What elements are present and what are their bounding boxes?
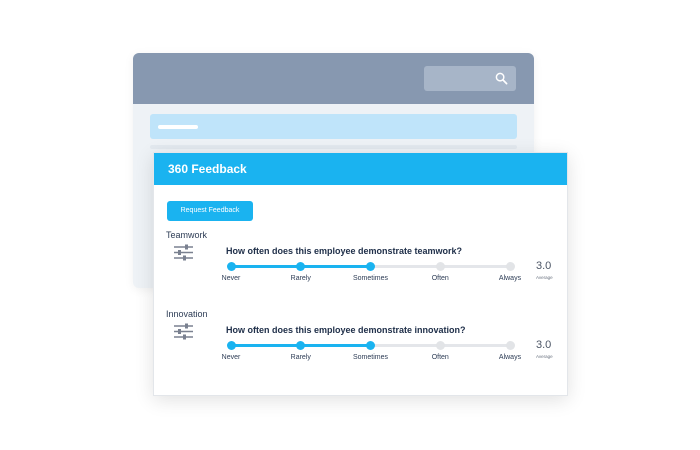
- score-label: Average: [536, 354, 553, 359]
- sliders-icon: [174, 244, 193, 261]
- scale-label-always: Always: [498, 354, 522, 361]
- scale-dot-often[interactable]: [435, 341, 445, 350]
- sliders-icon: [174, 323, 193, 340]
- scale-label-rarely: Rarely: [290, 275, 311, 282]
- question-text: How often does this employee demonstrate…: [226, 325, 466, 335]
- search-box[interactable]: [424, 66, 516, 91]
- feedback-card: 360 Feedback Request Feedback Teamwork H…: [153, 152, 568, 396]
- card-title: 360 Feedback: [154, 153, 567, 185]
- scale-label-never: Never: [221, 275, 241, 282]
- scale-dot-always[interactable]: [505, 262, 515, 271]
- request-feedback-button[interactable]: Request Feedback: [167, 201, 253, 221]
- scale-dot-always[interactable]: [505, 341, 515, 350]
- search-icon[interactable]: [495, 72, 508, 85]
- scale-label-always: Always: [498, 275, 522, 282]
- placeholder-text-line: [158, 125, 198, 129]
- scale-label-often: Often: [431, 275, 449, 282]
- scale-dot-rarely[interactable]: [296, 262, 306, 271]
- score-value: 3.0: [536, 339, 552, 351]
- section-title: Teamwork: [166, 230, 208, 240]
- feedback-section-innovation: Innovation How often does this employee …: [154, 309, 567, 384]
- rating-scale[interactable]: Never Rarely Sometimes Often Always: [222, 341, 521, 368]
- scale-dot-rarely[interactable]: [296, 341, 306, 350]
- background-window-header: [133, 53, 534, 104]
- scale-label-sometimes: Sometimes: [352, 275, 389, 282]
- scale-label-rarely: Rarely: [290, 354, 311, 361]
- stage: 360 Feedback Request Feedback Teamwork H…: [0, 0, 700, 450]
- placeholder-divider: [150, 145, 517, 149]
- score-value: 3.0: [536, 260, 552, 272]
- rating-scale[interactable]: Never Rarely Sometimes Often Always: [222, 262, 521, 289]
- scale-label-often: Often: [431, 354, 449, 361]
- scale-label-sometimes: Sometimes: [352, 354, 389, 361]
- scale-dot-often[interactable]: [435, 262, 445, 271]
- section-title: Innovation: [166, 309, 208, 319]
- scale-dot-never[interactable]: [226, 262, 236, 271]
- feedback-section-teamwork: Teamwork How often does this employee de…: [154, 230, 567, 305]
- scale-dot-never[interactable]: [226, 341, 236, 350]
- score-label: Average: [536, 275, 553, 280]
- question-text: How often does this employee demonstrate…: [226, 246, 463, 256]
- scale-label-never: Never: [221, 354, 241, 361]
- scale-dot-sometimes[interactable]: [366, 341, 375, 350]
- background-highlight-bar: [150, 114, 517, 139]
- scale-dot-sometimes[interactable]: [366, 262, 375, 271]
